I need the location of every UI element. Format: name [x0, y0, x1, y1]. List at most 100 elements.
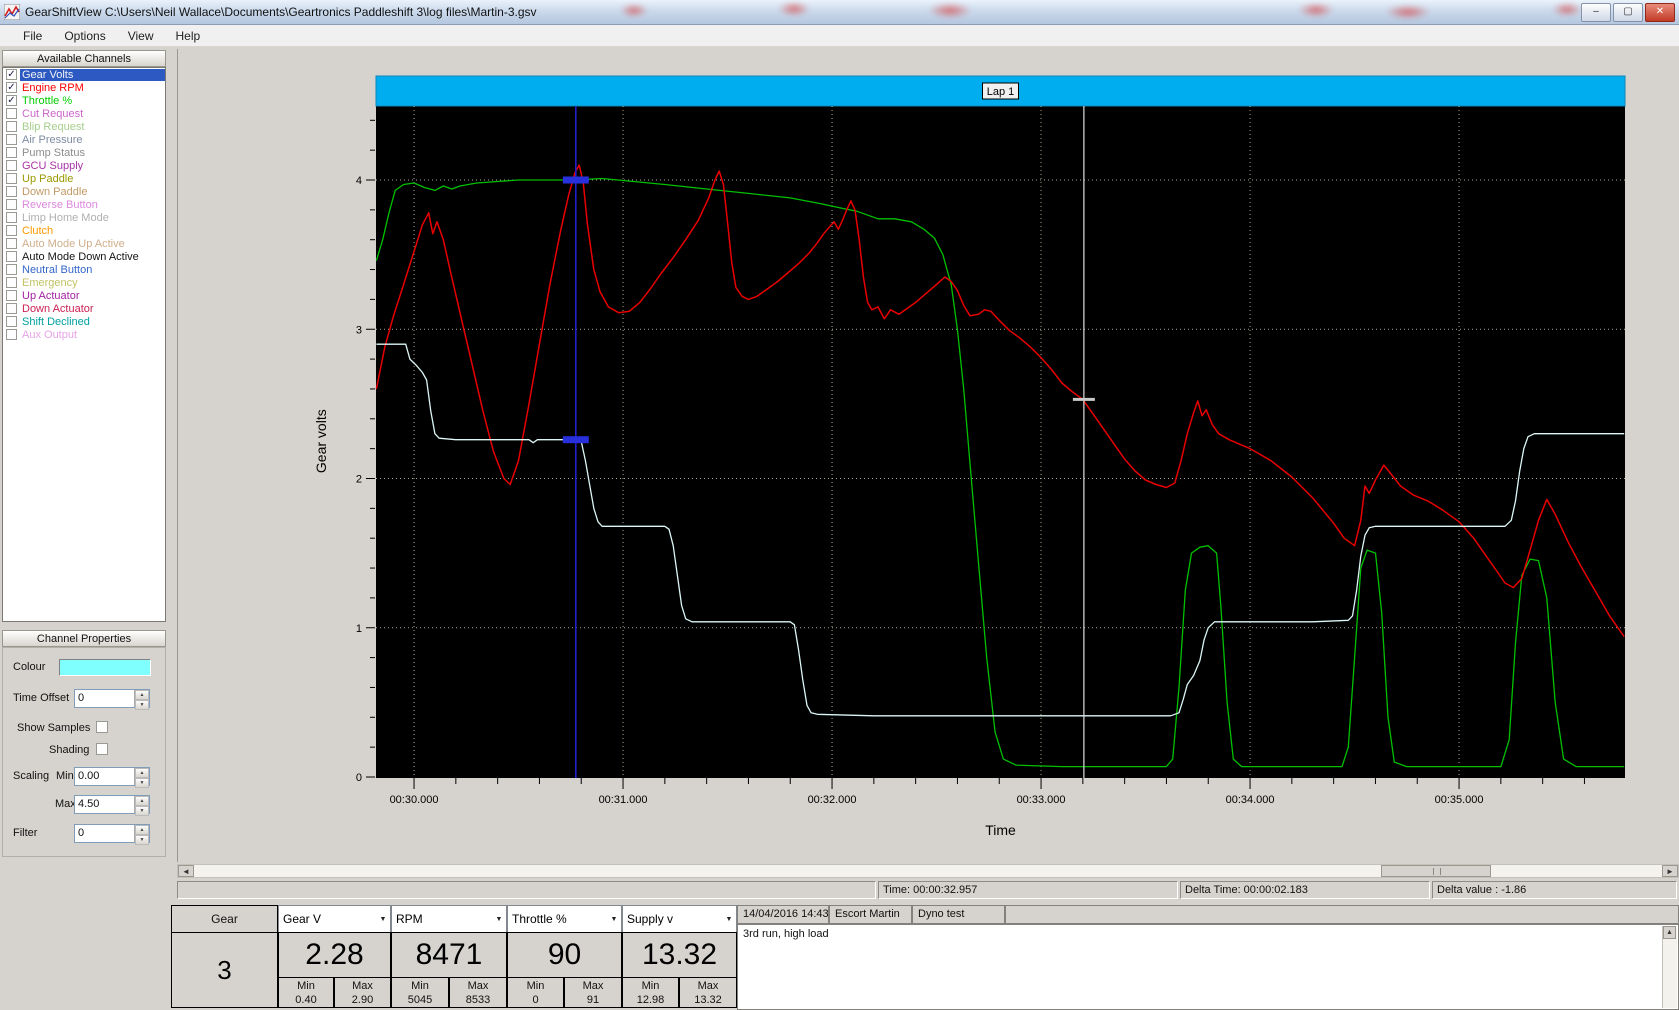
- time-offset-input[interactable]: 0 ▲▼: [74, 689, 150, 708]
- menu-options[interactable]: Options: [53, 27, 116, 45]
- channel-label[interactable]: Aux Output: [20, 329, 165, 341]
- channel-row-air-pressure[interactable]: Air Pressure: [3, 133, 165, 146]
- spinner-arrows[interactable]: ▲▼: [134, 825, 149, 842]
- channel-label[interactable]: Up Actuator: [20, 290, 165, 302]
- channel-checkbox[interactable]: ✓: [6, 69, 17, 80]
- channel-checkbox[interactable]: [6, 251, 17, 262]
- channel-label[interactable]: Down Actuator: [20, 303, 165, 315]
- channel-checkbox[interactable]: [6, 121, 17, 132]
- filter-input[interactable]: 0 ▲▼: [74, 824, 150, 843]
- channel-row-gear-volts[interactable]: ✓Gear Volts: [3, 68, 165, 81]
- channel-row-neutral-button[interactable]: Neutral Button: [3, 263, 165, 276]
- title-bar[interactable]: GearShiftView C:\Users\Neil Wallace\Docu…: [0, 0, 1679, 25]
- scroll-left-icon[interactable]: ◄: [178, 865, 194, 877]
- channel-checkbox[interactable]: [6, 264, 17, 275]
- channel-checkbox[interactable]: ✓: [6, 82, 17, 93]
- channel-list[interactable]: ✓Gear Volts✓Engine RPM✓Throttle %Cut Req…: [2, 67, 166, 622]
- session-comment-box[interactable]: 3rd run, high load ▲: [737, 924, 1679, 1010]
- channel-row-up-actuator[interactable]: Up Actuator: [3, 289, 165, 302]
- channel-label[interactable]: Limp Home Mode: [20, 212, 165, 224]
- channel-checkbox[interactable]: [6, 160, 17, 171]
- channel-row-engine-rpm[interactable]: ✓Engine RPM: [3, 81, 165, 94]
- channel-select-rpm[interactable]: RPM▼: [391, 905, 507, 933]
- channel-row-shift-declined[interactable]: Shift Declined: [3, 315, 165, 328]
- spinner-arrows[interactable]: ▲▼: [134, 768, 149, 785]
- channel-row-cut-request[interactable]: Cut Request: [3, 107, 165, 120]
- scroll-right-icon[interactable]: ►: [1662, 865, 1678, 877]
- chart-panel[interactable]: Lap 100:30.00000:31.00000:32.00000:33.00…: [177, 49, 1679, 862]
- channel-label[interactable]: Air Pressure: [20, 134, 165, 146]
- channel-row-down-paddle[interactable]: Down Paddle: [3, 185, 165, 198]
- scaling-max-input[interactable]: 4.50 ▲▼: [74, 795, 150, 814]
- close-button[interactable]: ✕: [1645, 3, 1675, 22]
- chevron-down-icon[interactable]: ▼: [492, 916, 506, 923]
- channel-checkbox[interactable]: ✓: [6, 95, 17, 106]
- channel-label[interactable]: Pump Status: [20, 147, 165, 159]
- colour-swatch[interactable]: [59, 659, 151, 676]
- scaling-min-input[interactable]: 0.00 ▲▼: [74, 767, 150, 786]
- channel-label[interactable]: Emergency: [20, 277, 165, 289]
- channel-checkbox[interactable]: [6, 277, 17, 288]
- channel-label[interactable]: Cut Request: [20, 108, 165, 120]
- channel-row-blip-request[interactable]: Blip Request: [3, 120, 165, 133]
- channel-row-up-paddle[interactable]: Up Paddle: [3, 172, 165, 185]
- channel-checkbox[interactable]: [6, 173, 17, 184]
- log-chart[interactable]: Lap 100:30.00000:31.00000:32.00000:33.00…: [178, 49, 1679, 862]
- channel-label[interactable]: Reverse Button: [20, 199, 165, 211]
- channel-select-gear-v[interactable]: Gear V▼: [278, 905, 391, 933]
- chevron-down-icon[interactable]: ▼: [722, 916, 736, 923]
- cursor-second-handle[interactable]: [1073, 398, 1095, 401]
- menu-view[interactable]: View: [117, 27, 165, 45]
- channel-checkbox[interactable]: [6, 290, 17, 301]
- menu-help[interactable]: Help: [165, 27, 212, 45]
- channel-label[interactable]: Engine RPM: [20, 82, 165, 94]
- scrollbar-thumb[interactable]: [1381, 865, 1491, 877]
- spinner-arrows[interactable]: ▲▼: [134, 690, 149, 707]
- channel-label[interactable]: Blip Request: [20, 121, 165, 133]
- comment-scrollbar[interactable]: ▲: [1662, 926, 1677, 1008]
- menu-file[interactable]: File: [12, 27, 53, 45]
- channel-checkbox[interactable]: [6, 316, 17, 327]
- channel-label[interactable]: Gear Volts: [20, 69, 165, 81]
- channel-row-auto-mode-up-active[interactable]: Auto Mode Up Active: [3, 237, 165, 250]
- channel-select-supply-v[interactable]: Supply v▼: [622, 905, 737, 933]
- channel-checkbox[interactable]: [6, 238, 17, 249]
- spinner-arrows[interactable]: ▲▼: [134, 796, 149, 813]
- channel-checkbox[interactable]: [6, 134, 17, 145]
- channel-select-throttle-[interactable]: Throttle %▼: [507, 905, 622, 933]
- channel-checkbox[interactable]: [6, 329, 17, 340]
- channel-checkbox[interactable]: [6, 303, 17, 314]
- chevron-down-icon[interactable]: ▼: [376, 916, 390, 923]
- channel-checkbox[interactable]: [6, 212, 17, 223]
- maximize-button[interactable]: ▢: [1613, 3, 1643, 22]
- minimize-button[interactable]: –: [1581, 3, 1611, 22]
- channel-checkbox[interactable]: [6, 225, 17, 236]
- channel-row-auto-mode-down-active[interactable]: Auto Mode Down Active: [3, 250, 165, 263]
- channel-label[interactable]: Throttle %: [20, 95, 165, 107]
- channel-label[interactable]: Auto Mode Down Active: [20, 251, 165, 263]
- channel-label[interactable]: GCU Supply: [20, 160, 165, 172]
- chart-horizontal-scrollbar[interactable]: ◄ ►: [177, 864, 1679, 878]
- channel-row-reverse-button[interactable]: Reverse Button: [3, 198, 165, 211]
- channel-checkbox[interactable]: [6, 108, 17, 119]
- channel-label[interactable]: Auto Mode Up Active: [20, 238, 165, 250]
- scroll-up-icon[interactable]: ▲: [1663, 926, 1676, 939]
- channel-checkbox[interactable]: [6, 199, 17, 210]
- channel-label[interactable]: Clutch: [20, 225, 165, 237]
- shading-checkbox[interactable]: [96, 743, 108, 755]
- channel-row-aux-output[interactable]: Aux Output: [3, 328, 165, 341]
- channel-label[interactable]: Shift Declined: [20, 316, 165, 328]
- chevron-down-icon[interactable]: ▼: [607, 916, 621, 923]
- channel-row-limp-home-mode[interactable]: Limp Home Mode: [3, 211, 165, 224]
- channel-row-clutch[interactable]: Clutch: [3, 224, 165, 237]
- channel-row-throttle-[interactable]: ✓Throttle %: [3, 94, 165, 107]
- channel-checkbox[interactable]: [6, 147, 17, 158]
- channel-label[interactable]: Down Paddle: [20, 186, 165, 198]
- channel-row-down-actuator[interactable]: Down Actuator: [3, 302, 165, 315]
- channel-label[interactable]: Up Paddle: [20, 173, 165, 185]
- channel-row-gcu-supply[interactable]: GCU Supply: [3, 159, 165, 172]
- show-samples-checkbox[interactable]: [96, 721, 108, 733]
- channel-row-emergency[interactable]: Emergency: [3, 276, 165, 289]
- channel-checkbox[interactable]: [6, 186, 17, 197]
- channel-row-pump-status[interactable]: Pump Status: [3, 146, 165, 159]
